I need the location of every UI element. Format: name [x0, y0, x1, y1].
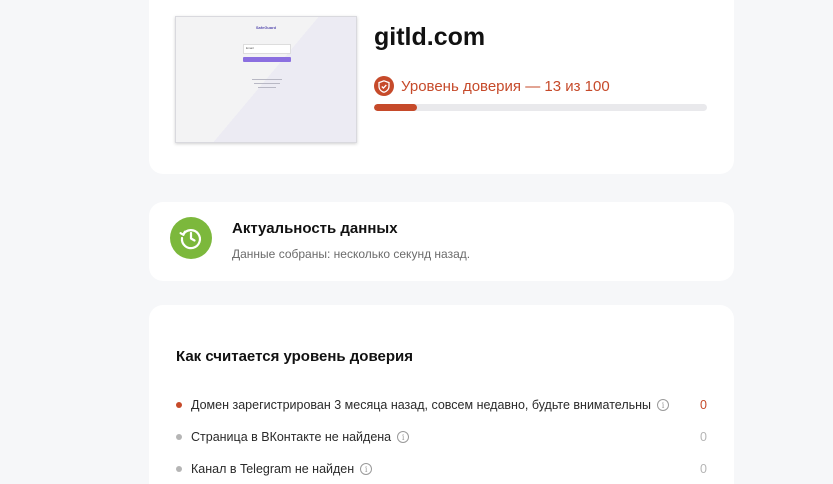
- site-summary-card: SafeGuard Email gitld.com Уровень довери…: [149, 0, 734, 174]
- preview-login-button: [243, 57, 291, 62]
- status-dot-neutral: [176, 466, 182, 472]
- trust-level-label: Уровень доверия — 13 из 100: [401, 77, 610, 95]
- info-icon[interactable]: i: [657, 399, 670, 411]
- preview-text-line: [258, 87, 276, 88]
- factor-score: 0: [700, 430, 707, 444]
- freshness-title: Актуальность данных: [232, 220, 398, 237]
- info-icon[interactable]: i: [360, 463, 373, 475]
- site-screenshot-preview[interactable]: SafeGuard Email: [175, 16, 357, 143]
- freshness-subtitle: Данные собраны: несколько секунд назад.: [232, 247, 471, 261]
- preview-text-line: [254, 83, 280, 84]
- trust-progress-bar: [374, 104, 707, 111]
- trust-calculation-card: Как считается уровень доверия Домен заре…: [149, 305, 734, 484]
- factor-text: Канал в Telegram не найден: [191, 462, 355, 476]
- preview-email-input: Email: [243, 44, 291, 54]
- status-dot-neutral: [176, 434, 182, 440]
- shield-icon: [374, 76, 394, 96]
- factor-score: 0: [700, 398, 707, 412]
- factor-score: 0: [700, 462, 707, 476]
- factor-item: Канал в Telegram не найден i 0: [176, 460, 707, 478]
- factor-text: Домен зарегистрирован 3 месяца назад, со…: [191, 398, 652, 412]
- factor-text: Страница в ВКонтакте не найдена: [191, 430, 392, 444]
- info-icon[interactable]: i: [397, 431, 410, 443]
- preview-text-line: [252, 79, 282, 80]
- trust-level-row: Уровень доверия — 13 из 100: [374, 76, 610, 96]
- trust-progress-fill: [374, 104, 418, 111]
- factor-item: Домен зарегистрирован 3 месяца назад, со…: [176, 396, 707, 414]
- factor-item: Страница в ВКонтакте не найдена i 0: [176, 428, 707, 446]
- preview-logo: SafeGuard: [255, 25, 277, 30]
- history-clock-icon: [170, 217, 212, 259]
- status-dot-negative: [176, 402, 182, 408]
- calculation-title: Как считается уровень доверия: [176, 348, 413, 365]
- data-freshness-card: Актуальность данных Данные собраны: неск…: [149, 202, 734, 281]
- domain-title: gitld.com: [374, 23, 486, 51]
